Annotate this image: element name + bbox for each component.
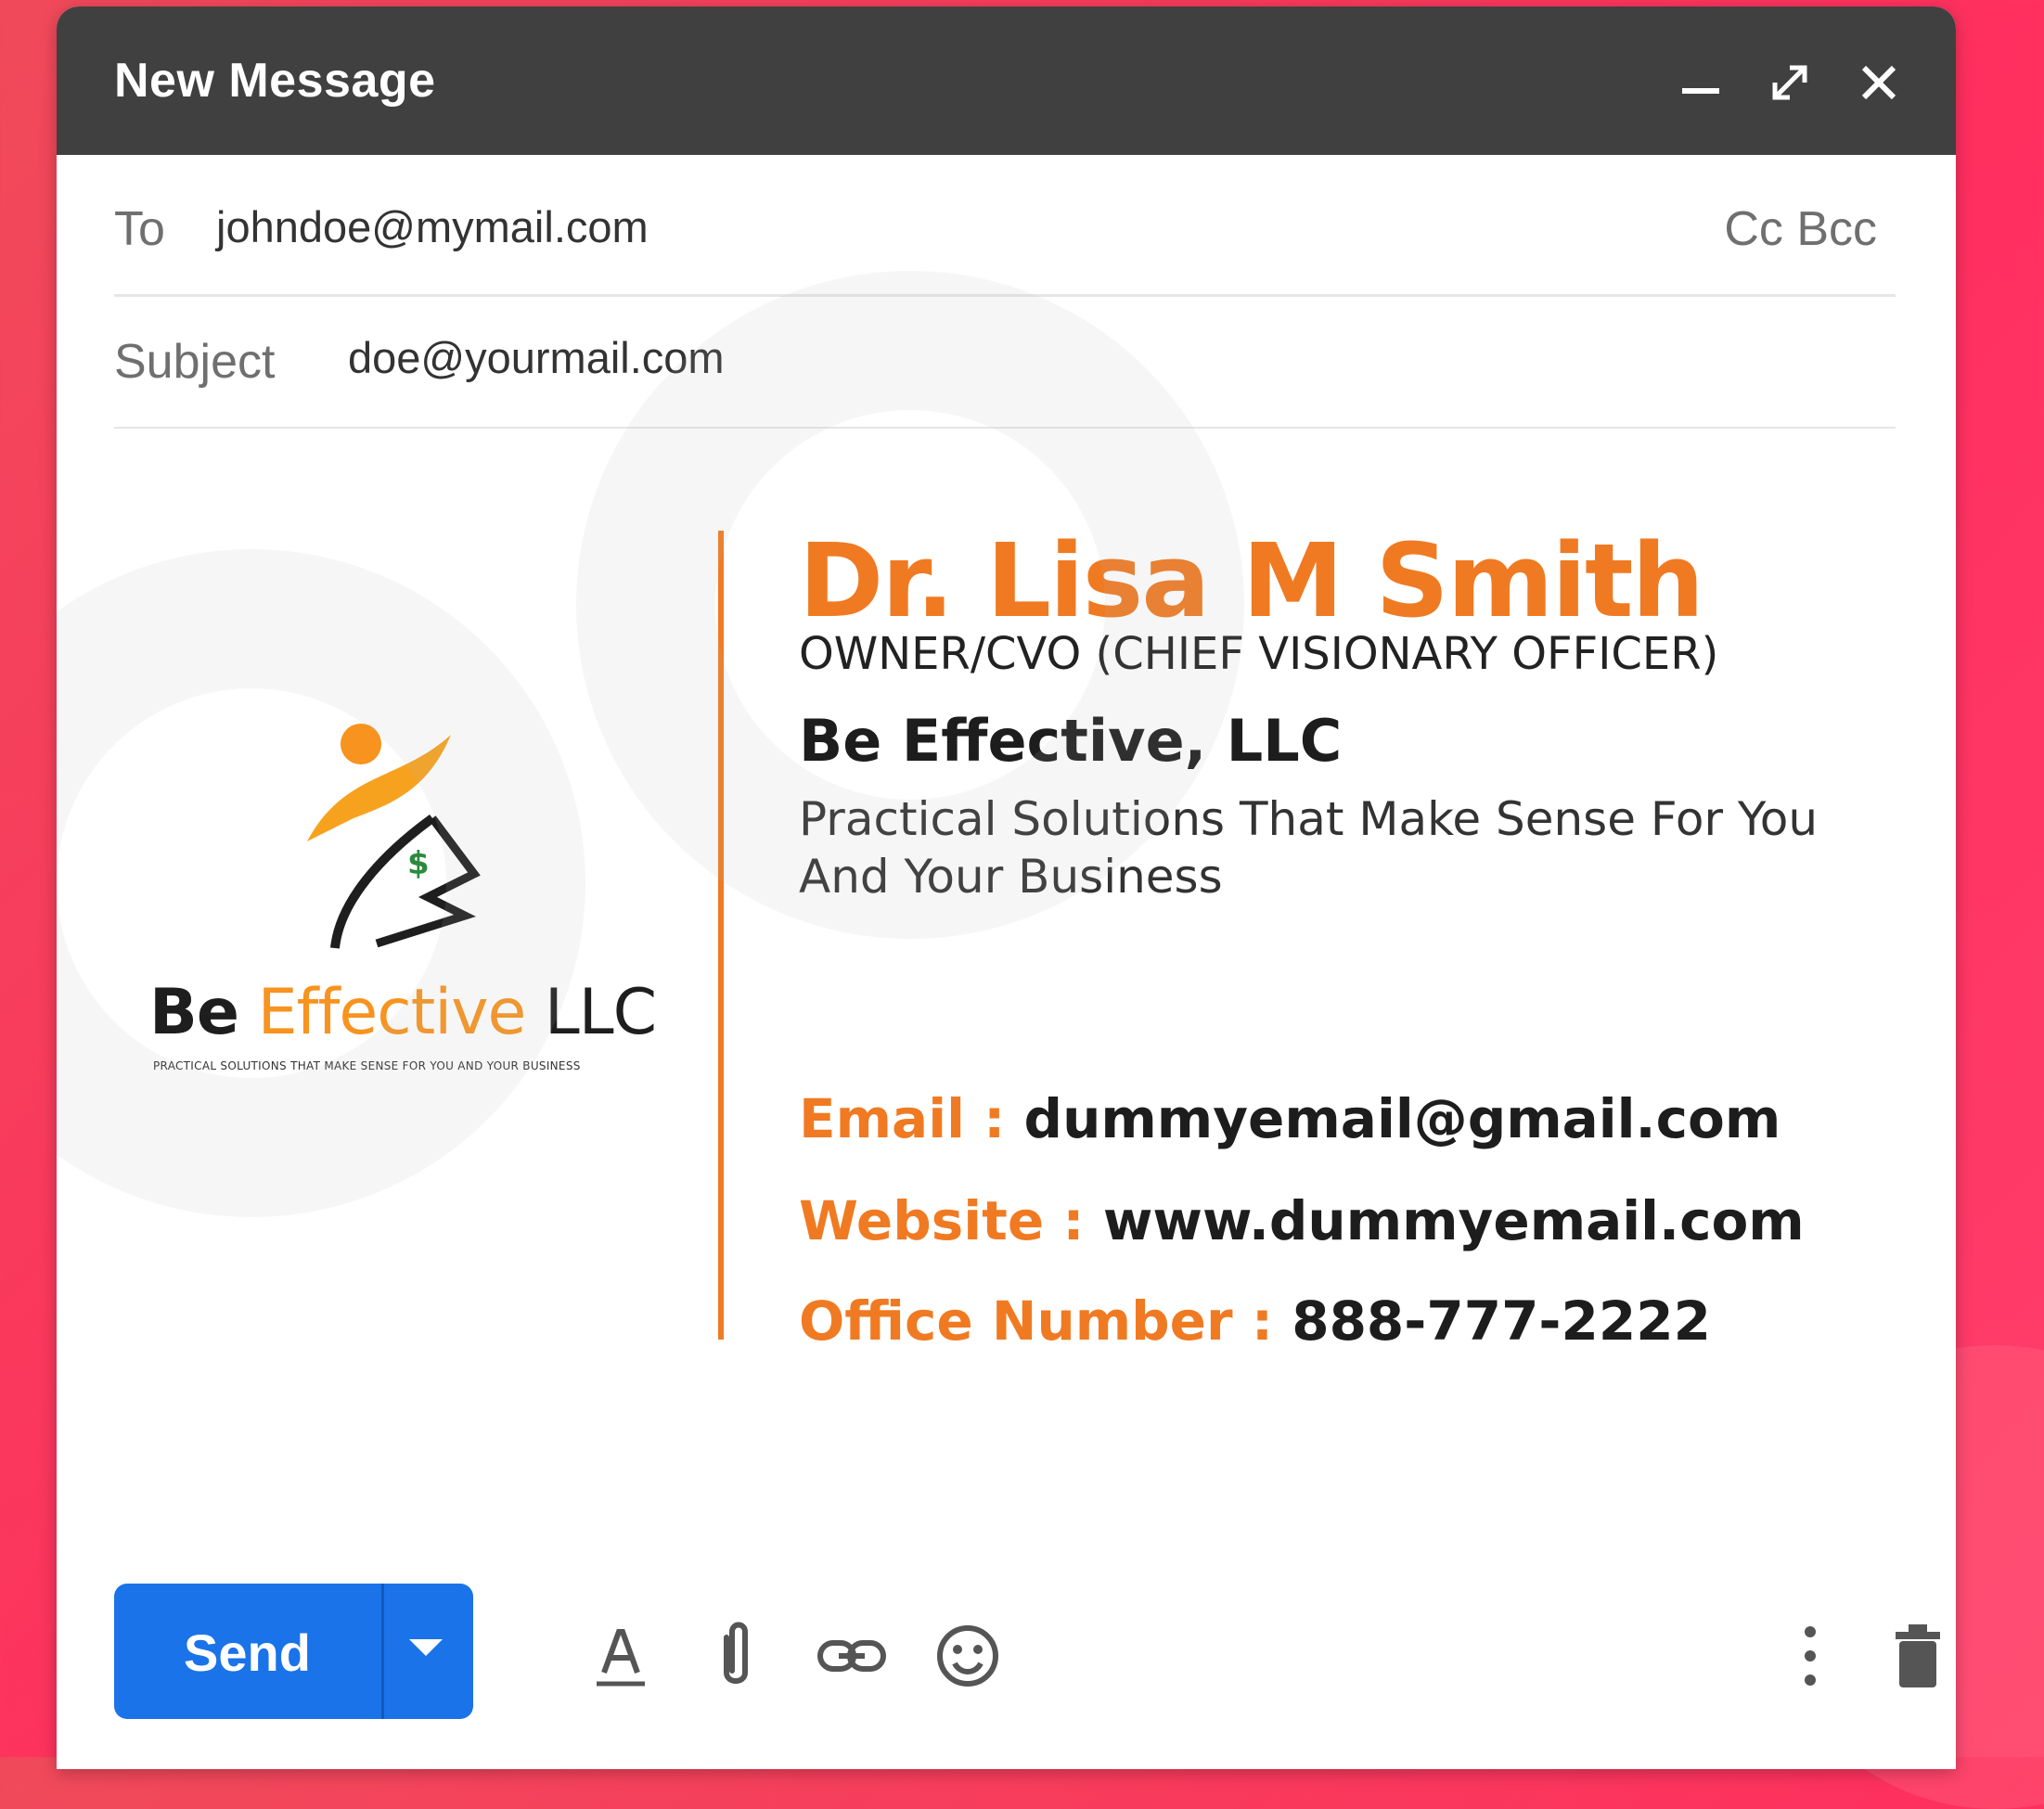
logo-wordmark: Be Effective LLC	[149, 976, 657, 1049]
signature-tagline-line2: And Your Business	[799, 850, 1223, 904]
signature-phone: Office Number : 888-777-2222	[799, 1289, 1711, 1353]
signature-tagline-line1: Practical Solutions That Make Sense For …	[799, 792, 1819, 846]
company-logo: $ Be Effective LLC PRACTICAL SOLUTIONS T…	[149, 716, 669, 1087]
subject-field[interactable]: doe@yourmail.com	[348, 332, 725, 383]
attach-icon[interactable]	[699, 1619, 773, 1693]
signature-role: OWNER/CVO (CHIEF VISIONARY OFFICER)	[799, 628, 1719, 680]
minimize-icon[interactable]	[1673, 55, 1729, 110]
signature-divider	[718, 531, 724, 1340]
send-options-chevron-icon[interactable]	[409, 1639, 443, 1656]
more-options-icon[interactable]	[1773, 1619, 1847, 1693]
logo-llc: LLC	[544, 976, 657, 1049]
signature-name: Dr. Lisa M Smith	[799, 521, 1704, 640]
logo-be: Be	[149, 976, 239, 1049]
logo-tagline: PRACTICAL SOLUTIONS THAT MAKE SENSE FOR …	[153, 1059, 581, 1072]
trash-icon[interactable]	[1881, 1619, 1955, 1693]
signature-company: Be Effective, LLC	[799, 707, 1343, 775]
cc-bcc-link[interactable]: Cc Bcc	[1724, 201, 1877, 257]
compose-window: New Message To johndoe@mymail.com Cc Bcc…	[57, 6, 1956, 1769]
subject-row: Subject doe@yourmail.com	[114, 297, 1896, 430]
window-title: New Message	[114, 54, 436, 108]
email-signature: $ Be Effective LLC PRACTICAL SOLUTIONS T…	[57, 271, 1956, 1435]
link-icon[interactable]	[815, 1619, 889, 1693]
to-label: To	[114, 202, 165, 256]
logo-figure-icon: $	[307, 724, 481, 949]
send-divider	[381, 1584, 384, 1719]
email-label: Email :	[799, 1087, 1024, 1150]
email-value[interactable]: dummyemail@gmail.com	[1024, 1087, 1781, 1150]
signature-tagline: Practical Solutions That Make Sense For …	[799, 790, 1818, 905]
close-icon[interactable]	[1851, 55, 1907, 110]
compose-toolbar: Send	[114, 1584, 1956, 1723]
website-label: Website :	[799, 1189, 1103, 1252]
to-field[interactable]: johndoe@mymail.com	[216, 201, 649, 252]
signature-website: Website : www.dummyemail.com	[799, 1189, 1805, 1252]
subject-label: Subject	[114, 335, 276, 389]
send-label: Send	[184, 1623, 311, 1682]
logo-effective: Effective	[257, 976, 527, 1049]
svg-text:$: $	[407, 845, 430, 882]
website-value[interactable]: www.dummyemail.com	[1103, 1189, 1805, 1252]
formatting-icon[interactable]	[584, 1619, 658, 1693]
expand-icon[interactable]	[1762, 55, 1818, 110]
signature-email: Email : dummyemail@gmail.com	[799, 1087, 1780, 1150]
compose-titlebar: New Message	[57, 6, 1956, 155]
phone-label: Office Number :	[799, 1289, 1292, 1353]
emoji-icon[interactable]	[931, 1619, 1005, 1693]
send-button[interactable]: Send	[114, 1584, 473, 1719]
to-row: To johndoe@mymail.com Cc Bcc	[114, 155, 1896, 297]
phone-value: 888-777-2222	[1292, 1289, 1711, 1353]
